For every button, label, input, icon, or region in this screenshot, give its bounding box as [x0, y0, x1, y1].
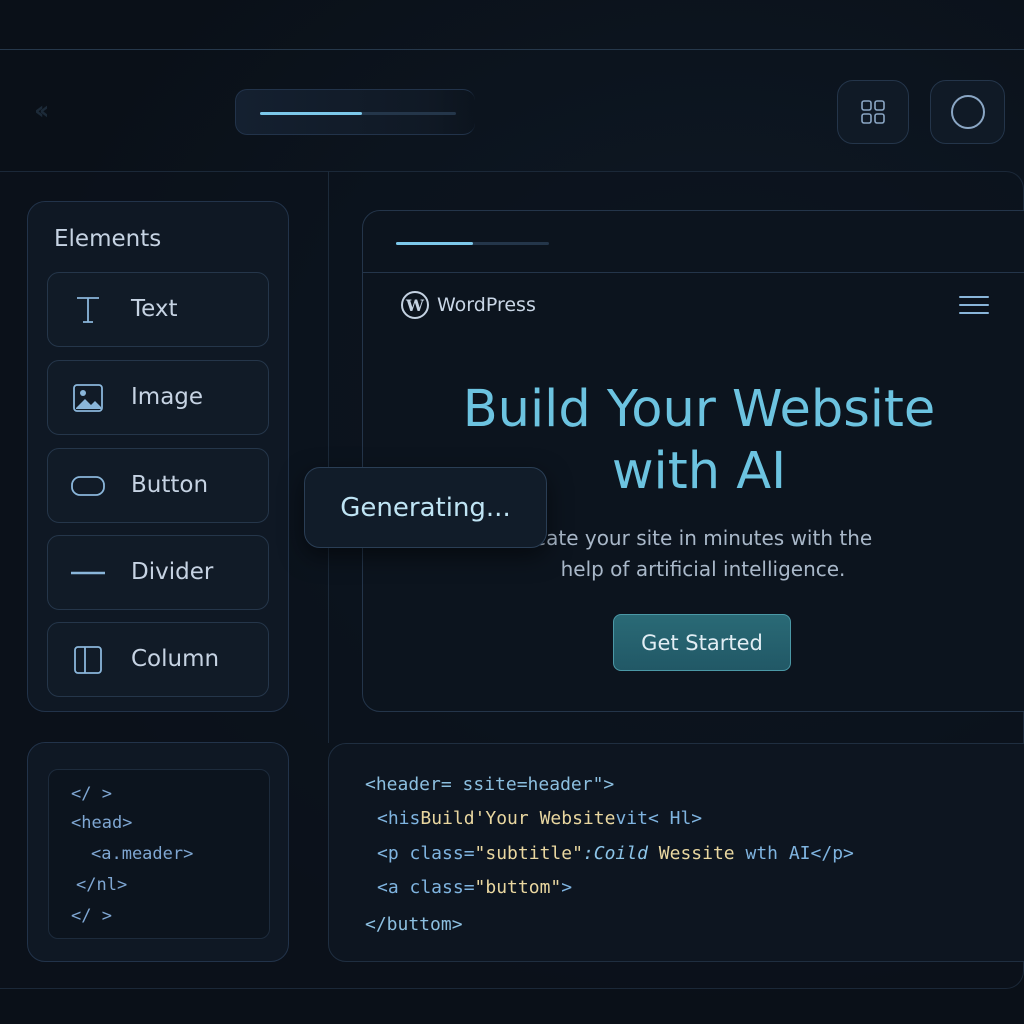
button-icon	[70, 471, 106, 501]
profile-button[interactable]	[930, 80, 1005, 144]
code-token: >	[561, 877, 573, 898]
code-editor[interactable]: <header= ssite=header"> <hisBuild'Your W…	[328, 743, 1024, 962]
progress-track	[260, 112, 456, 115]
elements-title: Elements	[54, 226, 162, 252]
column-icon	[70, 645, 106, 675]
wordpress-logo-icon: W	[401, 291, 429, 319]
image-icon	[70, 383, 106, 413]
preview-progress-track	[396, 242, 549, 245]
code-token: Wessite	[647, 843, 735, 864]
menu-icon[interactable]	[959, 296, 989, 316]
code-line: <a.meader>	[91, 844, 194, 864]
element-text[interactable]: Text	[47, 272, 269, 347]
circle-icon	[950, 95, 985, 129]
divider-icon	[70, 558, 106, 588]
site-preview: W WordPress Build Your Website with AI e…	[362, 210, 1024, 712]
element-label: Text	[131, 296, 178, 322]
hero-subtitle-line: help of artificial intelligence.	[560, 557, 846, 581]
code-line: <head>	[71, 813, 133, 833]
double-chevron-icon[interactable]: ‹‹	[34, 96, 50, 126]
get-started-button[interactable]: Get Started	[613, 614, 791, 671]
code-token: <his	[377, 808, 421, 829]
code-token: vit< Hl>	[615, 808, 703, 829]
grid-view-button[interactable]	[837, 80, 909, 144]
code-token: :Coild	[582, 843, 648, 864]
site-brand: WordPress	[437, 294, 536, 316]
generation-progress	[235, 89, 475, 135]
hero-title-line: Build Your Website	[462, 380, 936, 439]
code-outline-panel: </ > <head> <a.meader> </nl> </ >	[27, 742, 289, 962]
element-label: Button	[131, 472, 209, 498]
code-token: "buttom"	[474, 877, 562, 898]
app-window: ‹‹ Elements Text Image Button Divider Co…	[0, 0, 1024, 1024]
progress-fill	[260, 112, 362, 115]
code-outline[interactable]: </ > <head> <a.meader> </nl> </ >	[48, 769, 270, 939]
element-divider[interactable]: Divider	[47, 535, 269, 610]
grid-icon	[861, 100, 885, 124]
code-token: Build'Your Website	[420, 808, 616, 829]
code-token: "subtitle"	[474, 843, 583, 864]
code-line: </buttom>	[365, 914, 463, 935]
preview-progress-fill	[396, 242, 473, 245]
code-line: <p class="subtitle":Coild Wessite wth AI…	[377, 843, 854, 864]
elements-panel: Elements Text Image Button Divider Colum…	[27, 201, 289, 712]
code-line: </nl>	[76, 875, 128, 895]
text-icon	[70, 295, 106, 325]
element-label: Column	[131, 646, 220, 672]
code-line: <hisBuild'Your Websitevit< Hl>	[377, 808, 702, 829]
generating-toast: Generating...	[304, 467, 547, 548]
element-image[interactable]: Image	[47, 360, 269, 435]
code-line: <header= ssite=header">	[365, 774, 615, 795]
panel-divider	[328, 171, 329, 743]
code-token: wth AI</p>	[734, 843, 854, 864]
code-line: </ >	[71, 784, 112, 804]
element-button[interactable]: Button	[47, 448, 269, 523]
element-label: Divider	[131, 559, 214, 585]
element-column[interactable]: Column	[47, 622, 269, 697]
code-token: <a class=	[377, 877, 475, 898]
element-label: Image	[131, 384, 204, 410]
preview-browser-bar	[363, 211, 1024, 273]
code-line: </ >	[71, 906, 112, 926]
top-divider	[0, 49, 1024, 50]
code-line: <a class="buttom">	[377, 877, 572, 898]
code-token: <p class=	[377, 843, 475, 864]
